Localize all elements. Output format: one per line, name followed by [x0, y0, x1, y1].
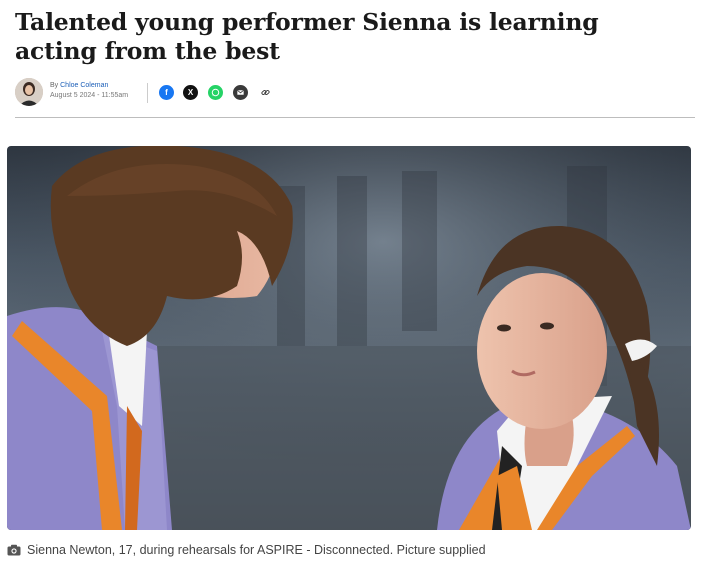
- photo-caption: Sienna Newton, 17, during rehearsals for…: [7, 541, 697, 559]
- whatsapp-icon: [211, 88, 220, 97]
- author-link[interactable]: Chloe Coleman: [60, 82, 108, 89]
- facebook-icon: f: [165, 88, 168, 97]
- article-headline: Talented young performer Sienna is learn…: [15, 8, 599, 65]
- link-icon: [261, 90, 270, 95]
- article-photo-illustration: [7, 146, 691, 530]
- byline-prefix: By: [50, 82, 59, 89]
- header-divider: [15, 117, 695, 118]
- camera-icon: [7, 544, 21, 556]
- share-x-button[interactable]: X: [183, 85, 198, 100]
- photo-caption-text: Sienna Newton, 17, during rehearsals for…: [27, 543, 486, 557]
- article-photo[interactable]: [7, 146, 691, 530]
- publish-date: August 5 2024 - 11:55am: [50, 92, 129, 99]
- share-email-button[interactable]: [233, 85, 248, 100]
- email-icon: [237, 89, 244, 95]
- share-whatsapp-button[interactable]: [208, 85, 223, 100]
- byline-text: By Chloe Coleman August 5 2024 - 11:55am: [50, 81, 128, 101]
- byline-divider: [147, 83, 148, 103]
- share-facebook-button[interactable]: f: [159, 85, 174, 100]
- x-icon: X: [187, 88, 194, 97]
- author-avatar[interactable]: [15, 78, 43, 106]
- byline: By Chloe Coleman August 5 2024 - 11:55am…: [15, 78, 695, 108]
- copy-link-button[interactable]: [258, 85, 273, 100]
